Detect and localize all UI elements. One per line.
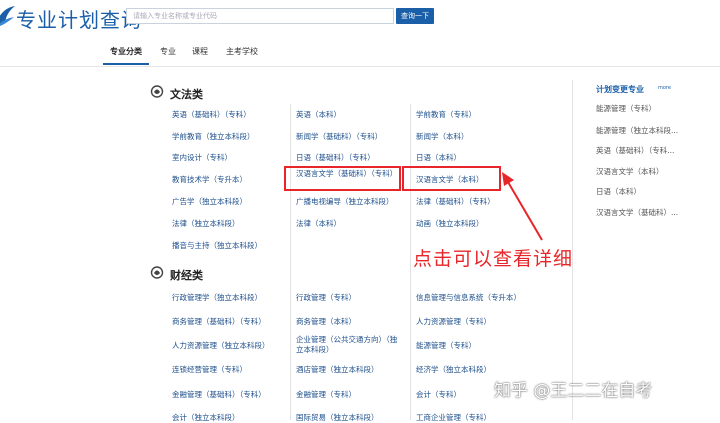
major-link[interactable]: 连锁经营管理（专科）: [172, 364, 247, 375]
major-link[interactable]: 人力资源管理（专科）: [416, 316, 491, 327]
search-input[interactable]: 请输入专业名称或专业代码: [126, 8, 394, 24]
tab-school[interactable]: 主考学校: [226, 46, 258, 57]
sidebar-item[interactable]: 能源管理（专科）: [596, 103, 656, 114]
category-icon: [150, 85, 164, 98]
major-link[interactable]: 日语（本科）: [416, 152, 461, 163]
active-tab-underline: [103, 63, 149, 65]
major-link[interactable]: 日语（基础科）（专科）: [296, 152, 375, 163]
tab-course[interactable]: 课程: [192, 46, 208, 57]
category-icon: [150, 266, 164, 279]
major-link[interactable]: 播音与主持（独立本科段）: [172, 240, 262, 251]
major-link[interactable]: 学前教育（独立本科段）: [172, 131, 255, 142]
major-link[interactable]: 学前教育（专科）: [416, 109, 476, 120]
major-link[interactable]: 人力资源管理（独立本科段）: [172, 340, 270, 351]
major-link[interactable]: 经济学（独立本科段）: [416, 364, 491, 375]
site-title: 专业计划查询: [16, 8, 142, 32]
major-link[interactable]: 法律（独立本科段）: [172, 218, 240, 229]
major-link[interactable]: 工商企业管理（专科）: [416, 412, 491, 423]
major-link[interactable]: 新闻学（基础科）（专科）: [296, 131, 382, 142]
sidebar-more-link[interactable]: more: [658, 85, 671, 91]
sidebar-item[interactable]: 汉语言文学（本科）: [596, 166, 664, 177]
column-divider: [410, 104, 411, 420]
tab-major-category[interactable]: 专业分类: [110, 46, 142, 57]
major-link[interactable]: 广告学（独立本科段）: [172, 196, 247, 207]
sidebar-item[interactable]: 汉语言文学（基础科）...: [596, 207, 678, 218]
major-link[interactable]: 新闻学（本科）: [416, 131, 469, 142]
category-title: 财经类: [170, 269, 203, 282]
annotation-text: 点击可以查看详细: [413, 248, 574, 270]
major-link[interactable]: 会计（独立本科段）: [172, 412, 240, 423]
major-link[interactable]: 英语（本科）: [296, 109, 341, 120]
nav-tabs: 专业分类 专业 课程 主考学校: [0, 38, 720, 67]
major-link[interactable]: 室内设计（专科）: [172, 152, 232, 163]
tab-major[interactable]: 专业: [160, 46, 176, 57]
sidebar-item[interactable]: 英语（基础科）（专科...: [596, 145, 674, 156]
major-link[interactable]: 能源管理（专科）: [416, 340, 476, 351]
header: 专业计划查询 请输入专业名称或专业代码 查询一下: [0, 0, 720, 34]
major-link[interactable]: 商务管理（基础科）（专科）: [172, 316, 266, 327]
category-title: 文法类: [170, 88, 203, 101]
highlight-box: [284, 166, 401, 191]
major-link[interactable]: 行政管理学（独立本科段）: [172, 292, 262, 303]
major-link[interactable]: 英语（基础科）（专科）: [172, 109, 251, 120]
search-button[interactable]: 查询一下: [396, 8, 434, 24]
column-divider: [290, 104, 291, 420]
watermark: 知乎 @王二二在自考: [494, 381, 653, 401]
major-link[interactable]: 法律（本科）: [296, 218, 341, 229]
major-link[interactable]: 行政管理（专科）: [296, 292, 356, 303]
major-link[interactable]: 会计（专科）: [416, 389, 461, 400]
major-link[interactable]: 企业管理（公共交通方向）（独立本科段）: [296, 335, 400, 355]
major-link[interactable]: 国际贸易（独立本科段）: [296, 412, 379, 423]
major-link[interactable]: 动画（独立本科段）: [416, 218, 484, 229]
logo-icon: [0, 6, 15, 26]
major-link[interactable]: 酒店管理（独立本科段）: [296, 364, 379, 375]
major-link[interactable]: 金融管理（专科）: [296, 389, 356, 400]
sidebar-title: 计划变更专业: [596, 85, 644, 94]
major-link[interactable]: 教育技术学（专升本）: [172, 174, 247, 185]
major-link[interactable]: 商务管理（本科）: [296, 316, 356, 327]
sidebar-item[interactable]: 日语（本科）: [596, 186, 641, 197]
major-link[interactable]: 广播电视编导（独立本科段）: [296, 196, 394, 207]
sidebar-item[interactable]: 能源管理（独立本科段...: [596, 125, 678, 136]
major-link[interactable]: 金融管理（基础科）（专科）: [172, 389, 266, 400]
major-link[interactable]: 信息管理与信息系统（专升本）: [416, 292, 521, 303]
